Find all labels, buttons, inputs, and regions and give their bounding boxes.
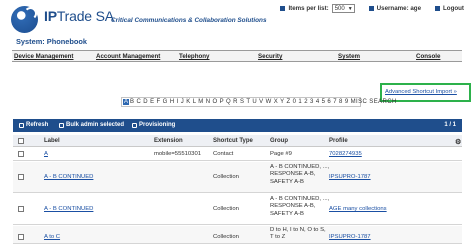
- row-checkbox[interactable]: [18, 234, 24, 240]
- provisioning-label: Provisioning: [139, 122, 176, 128]
- chevron-down-icon: ▼: [347, 5, 353, 12]
- row-group: Page #9: [270, 151, 292, 157]
- col-extension[interactable]: Extension: [154, 138, 183, 144]
- row-label-link[interactable]: A: [44, 151, 48, 158]
- row-label-link[interactable]: A to C: [44, 234, 60, 241]
- bullet-icon: [280, 6, 286, 11]
- pagination: 1 / 1: [444, 122, 456, 128]
- row-shortcut-type: Collection: [213, 234, 239, 240]
- row-group: D to H, I to N, O to S, T to Z: [270, 227, 326, 241]
- list-toolbar: Refresh Bulk admin selected Provisioning…: [13, 119, 462, 132]
- table-row: A - B CONTINUED Collection A - B CONTINU…: [13, 162, 462, 193]
- row-checkbox[interactable]: [18, 174, 24, 180]
- page-title: System: Phonebook: [16, 37, 88, 46]
- nav-console[interactable]: Console: [416, 53, 440, 60]
- row-checkbox[interactable]: [18, 206, 24, 212]
- select-all-checkbox[interactable]: [18, 138, 24, 144]
- col-shortcut-type[interactable]: Shortcut Type: [213, 138, 253, 144]
- table-row: A mobile=55510301 Contact Page #9 702827…: [13, 148, 462, 161]
- table-row: A to C Collection D to H, I to N, O to S…: [13, 226, 462, 244]
- provisioning-button[interactable]: Provisioning: [132, 122, 175, 128]
- row-group: A - B CONTINUED, ..., RESPONSE A-B, SAFE…: [270, 164, 330, 185]
- advanced-shortcut-import-link[interactable]: Advanced Shortcut Import »: [385, 89, 457, 95]
- column-settings-icon[interactable]: ⚙: [455, 138, 461, 146]
- refresh-button[interactable]: Refresh: [19, 122, 48, 128]
- username-label: Username: age: [376, 5, 422, 12]
- items-per-list-label: Items per list:: [288, 5, 329, 12]
- row-shortcut-type: Contact: [213, 151, 234, 157]
- refresh-icon: [19, 122, 24, 128]
- bulk-admin-label: Bulk admin selected: [66, 122, 125, 128]
- row-extension: mobile=55510301: [154, 151, 202, 157]
- nav-security[interactable]: Security: [258, 53, 282, 60]
- items-per-list-value: 500: [334, 5, 345, 12]
- logout-link[interactable]: Logout: [443, 5, 464, 12]
- brand-name: IPTrade SA: [44, 8, 114, 24]
- nav-telephony[interactable]: Telephony: [179, 53, 209, 60]
- row-shortcut-type: Collection: [213, 174, 239, 180]
- header-controls: Items per list: 500 ▼ Username: age Logou…: [280, 4, 464, 13]
- provisioning-icon: [132, 122, 137, 128]
- alpha-filter: A B C D E F G H I J K L M N O P Q R S T …: [121, 97, 396, 107]
- row-label-link[interactable]: A - B CONTINUED: [44, 206, 93, 213]
- alpha-letters[interactable]: B C D E F G H I J K L M N O P Q R S T U …: [130, 99, 397, 105]
- row-shortcut-type: Collection: [213, 206, 239, 212]
- row-profile-link[interactable]: 7028274935: [329, 151, 362, 158]
- nav-system[interactable]: System: [338, 53, 360, 60]
- brand-bold: IP: [44, 8, 57, 24]
- row-label-link[interactable]: A - B CONTINUED: [44, 174, 93, 181]
- col-label[interactable]: Label: [44, 138, 60, 144]
- nav-account-management[interactable]: Account Management: [96, 53, 160, 60]
- col-profile[interactable]: Profile: [329, 138, 348, 144]
- app-header: IPTrade SA Critical Communications & Col…: [0, 0, 474, 34]
- alpha-current-letter[interactable]: A: [123, 99, 130, 105]
- bulk-admin-button[interactable]: Bulk admin selected: [59, 122, 124, 128]
- main-nav: Device Management Account Management Tel…: [12, 50, 462, 62]
- bullet-icon: [435, 6, 441, 11]
- brand-tagline: Critical Communications & Collaboration …: [111, 17, 267, 24]
- row-profile-link[interactable]: IPSUPRO-1787: [329, 174, 371, 181]
- table-row: A - B CONTINUED Collection A - B CONTINU…: [13, 194, 462, 225]
- items-per-list-select[interactable]: 500 ▼: [331, 4, 355, 13]
- brand-light: Trade SA: [56, 8, 114, 24]
- table-header: Label Extension Shortcut Type Group Prof…: [13, 135, 462, 147]
- refresh-label: Refresh: [26, 122, 49, 128]
- row-checkbox[interactable]: [18, 151, 24, 157]
- col-group[interactable]: Group: [270, 138, 288, 144]
- row-profile-link[interactable]: IPSUPRO-1787: [329, 234, 371, 241]
- bullet-icon: [368, 6, 374, 11]
- iptrade-logo-icon: [11, 6, 38, 33]
- row-group: A - B CONTINUED, ..., RESPONSE A-B, SAFE…: [270, 196, 330, 217]
- nav-device-management[interactable]: Device Management: [14, 53, 74, 60]
- row-profile-link[interactable]: AGE many collections: [329, 206, 387, 213]
- gear-icon: [59, 122, 64, 128]
